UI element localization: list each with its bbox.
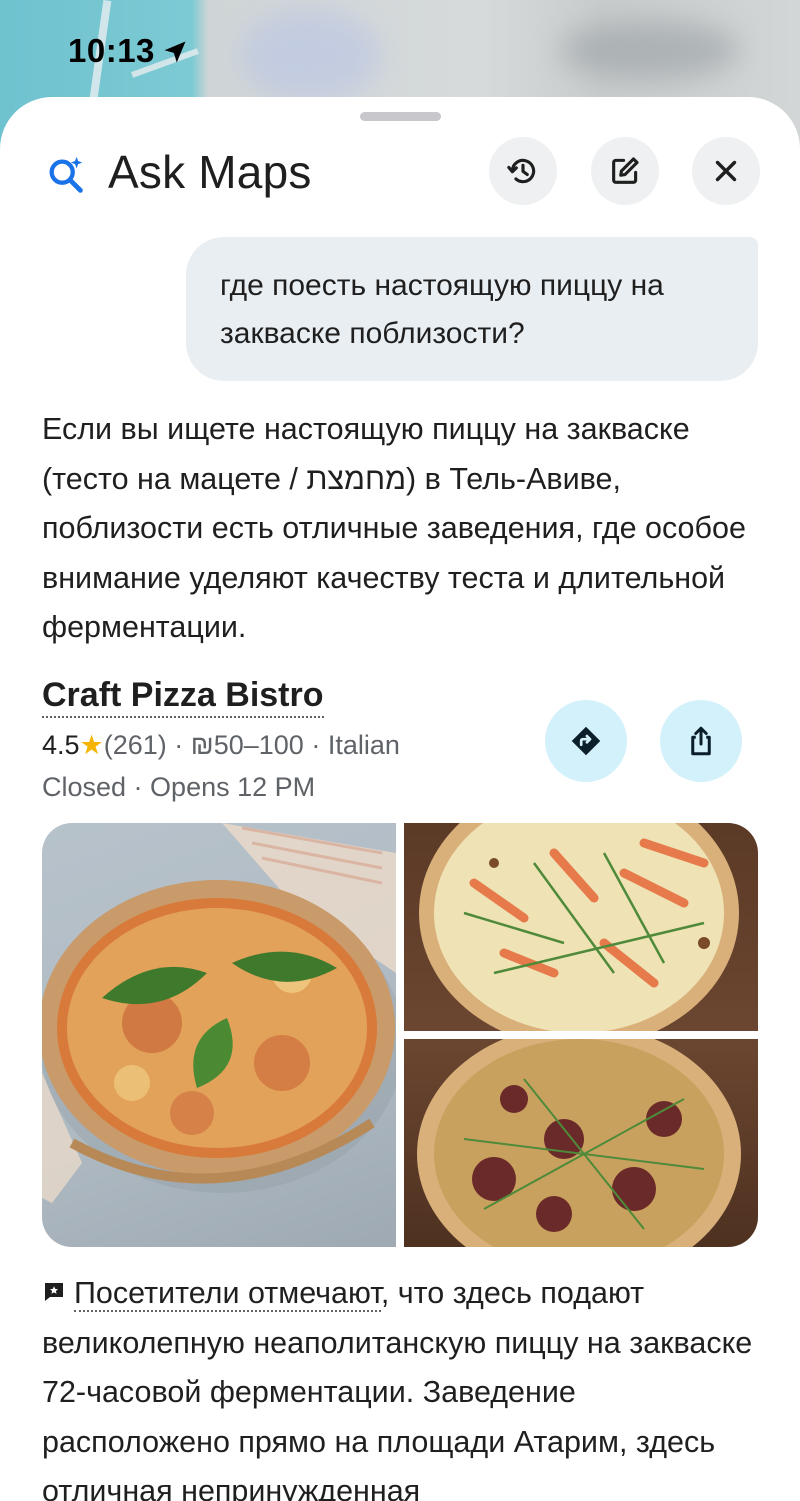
star-icon: ★ [79, 730, 104, 760]
close-icon [715, 160, 737, 182]
location-arrow-icon [164, 41, 186, 63]
ask-maps-sparkle-search-icon [49, 156, 83, 193]
edit-icon [612, 157, 639, 184]
page-title: Ask Maps [108, 146, 312, 198]
history-button[interactable] [489, 137, 557, 205]
photo-margherita-pizza[interactable] [42, 823, 396, 1247]
review-summary: Посетители отмечают, что здесь подают ве… [42, 1269, 772, 1501]
place-status: Closed [42, 772, 127, 802]
place-rating: 4.5 [42, 730, 80, 760]
place-price: ₪50–100 [190, 730, 304, 760]
place-meta-line: 4.5★(261) · ₪50–100 · Italian [42, 727, 400, 763]
separator: · [166, 730, 191, 760]
place-category: Italian [327, 730, 400, 760]
directions-icon [571, 726, 601, 756]
ask-maps-sheet: Ask Maps где поесть настоящую пиццу на з… [0, 97, 800, 1501]
place-hours-line: Closed · Opens 12 PM [42, 769, 315, 805]
review-lead-link[interactable]: Посетители отмечают [74, 1276, 381, 1312]
photo-salmon-pizza[interactable] [404, 823, 758, 1031]
share-button[interactable] [660, 700, 742, 782]
separator: · [303, 730, 328, 760]
status-time: 10:13 [68, 32, 155, 69]
answer-intro-text: Если вы ищете настоящую пиццу на закваск… [42, 412, 746, 644]
photo-sausage-pizza[interactable] [404, 1039, 758, 1247]
share-icon [691, 726, 711, 756]
new-chat-button[interactable] [591, 137, 659, 205]
sheet-grabber[interactable] [360, 112, 441, 121]
directions-button[interactable] [545, 700, 627, 782]
place-review-count: (261) [103, 730, 167, 760]
review-badge-icon [45, 1283, 63, 1301]
place-name-link[interactable]: Craft Pizza Bistro [42, 675, 324, 718]
place-hours: Opens 12 PM [150, 772, 316, 802]
history-icon [507, 158, 536, 184]
place-photo-gallery [42, 823, 758, 1247]
separator: · [126, 772, 151, 802]
user-query-bubble: где поесть настоящую пиццу на закваске п… [186, 237, 758, 381]
close-button[interactable] [692, 137, 760, 205]
